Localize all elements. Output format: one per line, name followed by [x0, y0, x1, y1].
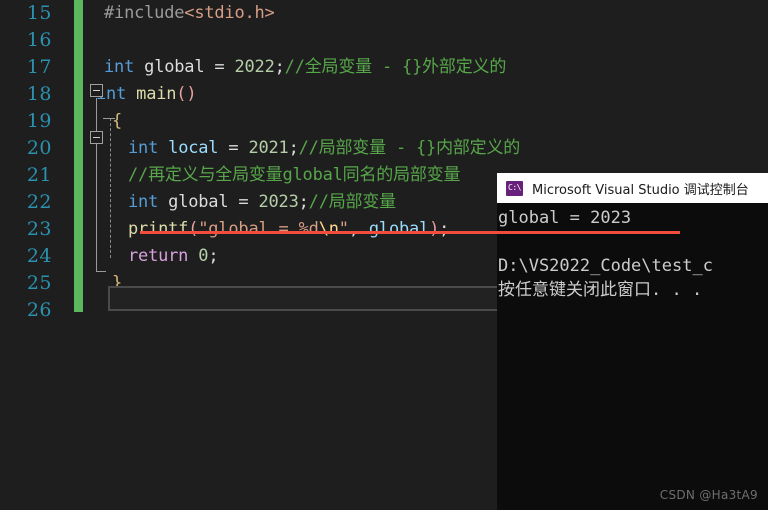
code-token: =	[218, 138, 249, 158]
line-number: 20	[26, 137, 52, 159]
code-token: 2021	[248, 138, 289, 158]
line-number: 15	[26, 2, 52, 24]
code-line[interactable]: 15 #include<stdio.h>	[0, 0, 768, 27]
console-app-icon: C:\	[506, 180, 523, 196]
code-token: ,	[348, 219, 369, 239]
code-token: 0	[198, 246, 209, 266]
line-number: 25	[26, 272, 52, 294]
code-token: return	[128, 246, 189, 266]
code-token: ;	[288, 138, 299, 158]
code-token: =	[228, 192, 259, 212]
code-token: local	[168, 138, 219, 158]
fold-toggle-main[interactable]	[90, 84, 103, 97]
code-token: <stdio.h>	[184, 3, 275, 23]
line-content[interactable]: #include<stdio.h>	[104, 0, 275, 27]
code-token: "global = %d	[198, 219, 319, 239]
code-token: "	[338, 219, 349, 239]
code-token: global	[168, 192, 229, 212]
console-annotation-underline	[497, 231, 680, 234]
fold-guide-main-end	[96, 271, 106, 272]
console-icon-label: C:\	[508, 182, 521, 192]
code-token: int	[128, 138, 159, 158]
fold-guide-block	[110, 118, 111, 258]
code-line[interactable]: 16	[0, 27, 768, 54]
line-number: 24	[26, 245, 52, 267]
line-content[interactable]: int global = 2023;//局部变量	[128, 189, 396, 216]
code-token: ;	[274, 57, 285, 77]
code-token: //全局变量 - {}外部定义的	[284, 57, 507, 77]
line-content[interactable]: {	[112, 108, 122, 135]
line-content[interactable]: int local = 2021;//局部变量 - {}内部定义的	[128, 135, 520, 162]
code-token: //局部变量	[308, 192, 396, 212]
code-token: (	[188, 219, 199, 239]
fold-guide-main-lower	[96, 226, 97, 272]
line-content[interactable]: int global = 2022;//全局变量 - {}外部定义的	[104, 54, 506, 81]
code-token: =	[204, 57, 235, 77]
line-content[interactable]: //再定义与全局变量global同名的局部变量	[128, 162, 460, 189]
fold-guide-block-top	[103, 118, 115, 119]
code-token: main	[136, 84, 177, 104]
code-token: ;	[298, 192, 309, 212]
console-output-line: global = 2023	[498, 208, 632, 228]
code-token: )	[429, 219, 440, 239]
code-line[interactable]: 20 int local = 2021;//局部变量 - {}内部定义的	[0, 135, 768, 162]
console-output-line: D:\VS2022_Code\test_c	[498, 256, 713, 276]
code-token: int	[128, 192, 159, 212]
fold-toggle-block[interactable]	[90, 131, 103, 144]
line-number: 16	[26, 29, 52, 51]
fold-guide-main	[96, 98, 97, 226]
code-token: 2023	[258, 192, 299, 212]
console-window[interactable]: C:\ Microsoft Visual Studio 调试控制台 global…	[497, 173, 768, 510]
code-token: global	[144, 57, 205, 77]
code-line[interactable]: 18 int main()	[0, 81, 768, 108]
code-token: int	[104, 57, 135, 77]
watermark: CSDN @Ha3tA9	[659, 488, 758, 502]
code-token: printf	[128, 219, 189, 239]
code-token: #include	[104, 3, 185, 23]
code-token: ;	[439, 219, 450, 239]
console-title-bar[interactable]: C:\ Microsoft Visual Studio 调试控制台	[497, 173, 768, 203]
line-content[interactable]: int main()	[96, 81, 197, 108]
code-token: ()	[176, 84, 197, 104]
line-number: 21	[26, 164, 52, 186]
line-content[interactable]: printf("global = %d\n", global);	[128, 216, 449, 243]
line-number: 22	[26, 191, 52, 213]
line-number: 23	[26, 218, 52, 240]
line-number: 19	[26, 110, 52, 132]
code-token: //再定义与全局变量global同名的局部变量	[128, 165, 461, 185]
console-title-text: Microsoft Visual Studio 调试控制台	[532, 182, 749, 198]
code-token: 2022	[234, 57, 275, 77]
line-number: 26	[26, 299, 52, 321]
code-token: \n	[318, 219, 339, 239]
code-token: //局部变量 - {}内部定义的	[298, 138, 521, 158]
line-content[interactable]: return 0;	[128, 243, 219, 270]
code-line[interactable]: 17 int global = 2022;//全局变量 - {}外部定义的	[0, 54, 768, 81]
console-output-area[interactable]: global = 2023 D:\VS2022_Code\test_c 按任意键关闭…	[497, 203, 768, 510]
code-token: global	[368, 219, 430, 239]
line-number: 18	[26, 83, 52, 105]
line-number: 17	[26, 56, 52, 78]
console-output-line: 按任意键关闭此窗口. . .	[498, 280, 703, 300]
code-token: {	[112, 111, 123, 131]
code-token: ;	[208, 246, 219, 266]
code-line[interactable]: 19 {	[0, 108, 768, 135]
